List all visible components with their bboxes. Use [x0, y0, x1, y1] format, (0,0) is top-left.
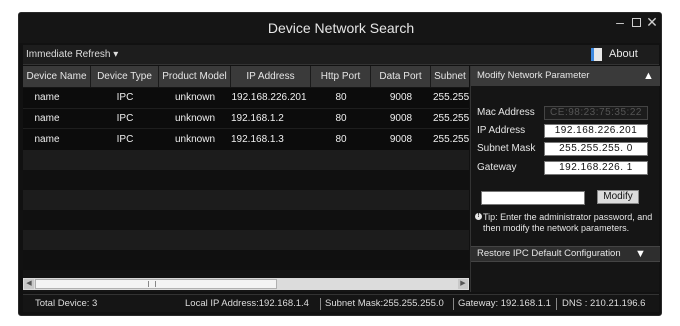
scrollbar-thumb[interactable]	[35, 279, 277, 289]
status-divider	[453, 298, 454, 310]
grip-icon	[148, 281, 156, 287]
cell-subnet: 255.255	[433, 134, 469, 145]
window-title: Device Network Search	[267, 20, 415, 36]
modify-panel-header[interactable]: Modify Network Parameter ▲	[471, 66, 660, 86]
empty-row	[23, 230, 469, 250]
modify-network-panel: Modify Network Parameter ▲ Mac Address C…	[470, 66, 660, 292]
subnet-mask-label: Subnet Mask	[477, 143, 536, 154]
table-row[interactable]: name IPC unknown 192.168.226.201 80 9008…	[23, 88, 469, 108]
column-header-subnet[interactable]: Subnet	[431, 66, 469, 87]
modify-panel-title: Modify Network Parameter	[477, 70, 590, 81]
table-row[interactable]: name IPC unknown 192.168.1.2 80 9008 255…	[23, 108, 469, 128]
local-subnet-mask: Subnet Mask:255.255.255.0	[325, 298, 444, 309]
column-header-http-port[interactable]: Http Port	[311, 66, 371, 87]
horizontal-scrollbar[interactable]: ◀ ▶	[23, 278, 469, 290]
empty-row	[23, 170, 469, 190]
column-header-ip-address[interactable]: IP Address	[231, 66, 311, 87]
empty-row	[23, 250, 469, 270]
empty-row	[23, 190, 469, 210]
mac-address-label: Mac Address	[477, 107, 535, 118]
column-header-product-model[interactable]: Product Model	[159, 66, 231, 87]
close-button[interactable]: ✕	[644, 14, 660, 30]
cell-http-port: 80	[335, 92, 347, 103]
about-label: About	[609, 48, 638, 60]
refresh-label: Immediate Refresh	[26, 49, 111, 60]
scroll-left-arrow-icon[interactable]: ◀	[24, 279, 34, 289]
status-divider	[556, 298, 557, 310]
restore-default-header[interactable]: Restore IPC Default Configuration ▼	[471, 246, 660, 262]
cell-ip-address: 192.168.1.3	[231, 134, 284, 145]
table-row[interactable]: name IPC unknown 192.168.1.3 80 9008 255…	[23, 128, 469, 150]
cell-device-type: IPC	[116, 134, 134, 145]
modify-button[interactable]: Modify	[597, 190, 639, 204]
cell-data-port: 9008	[389, 113, 413, 124]
immediate-refresh-dropdown[interactable]: Immediate Refresh ▾	[26, 49, 118, 60]
cell-product-model: unknown	[174, 113, 216, 124]
cell-device-name: name	[34, 113, 60, 124]
info-icon: !	[475, 213, 482, 220]
mac-address-field: CE:98:23:75:35:22	[544, 106, 648, 120]
info-book-icon	[591, 48, 602, 61]
tip-message: Tip: Enter the administrator password, a…	[483, 212, 653, 233]
cell-device-type: IPC	[116, 92, 134, 103]
ip-address-label: IP Address	[477, 125, 526, 136]
tip-text: ! Tip: Enter the administrator password,…	[475, 212, 657, 234]
table-header: Device Name Device Type Product Model IP…	[23, 66, 469, 87]
gateway-field[interactable]: 192.168.226. 1	[544, 161, 648, 175]
status-divider	[320, 298, 321, 310]
toolbar: Immediate Refresh ▾ About	[23, 45, 659, 65]
empty-row	[23, 150, 469, 170]
cell-device-name: name	[34, 92, 60, 103]
subnet-mask-field[interactable]: 255.255.255. 0	[544, 142, 648, 156]
minimize-button[interactable]: –	[612, 14, 628, 30]
gateway-label: Gateway	[477, 162, 517, 173]
maximize-icon	[631, 18, 641, 27]
cell-data-port: 9008	[389, 134, 413, 145]
cell-subnet: 255.255	[433, 92, 469, 103]
collapse-up-icon[interactable]: ▲	[643, 66, 654, 86]
maximize-button[interactable]	[628, 14, 644, 30]
cell-data-port: 9008	[389, 92, 413, 103]
cell-subnet: 255.255	[433, 113, 469, 124]
empty-row	[23, 210, 469, 230]
admin-password-field[interactable]	[481, 191, 585, 205]
column-header-data-port[interactable]: Data Port	[371, 66, 431, 87]
device-network-search-window: Device Network Search – ✕ Immediate Refr…	[18, 12, 662, 316]
dns-server: DNS : 210.21.196.6	[562, 298, 646, 309]
local-gateway: Gateway: 192.168.1.1	[458, 298, 551, 309]
local-ip-address: Local IP Address:192.168.1.4	[185, 298, 309, 309]
expand-down-icon[interactable]: ▼	[635, 247, 646, 261]
cell-ip-address: 192.168.226.201	[231, 92, 307, 103]
cell-product-model: unknown	[174, 92, 216, 103]
chevron-down-icon: ▾	[113, 49, 119, 60]
title-bar[interactable]: Device Network Search – ✕	[19, 13, 661, 43]
cell-device-name: name	[34, 134, 60, 145]
device-table: Device Name Device Type Product Model IP…	[23, 66, 469, 292]
total-device-count: Total Device: 3	[35, 298, 98, 309]
ip-address-field[interactable]: 192.168.226.201	[544, 124, 648, 138]
cell-http-port: 80	[335, 113, 347, 124]
scroll-right-arrow-icon[interactable]: ▶	[458, 279, 468, 289]
cell-ip-address: 192.168.1.2	[231, 113, 284, 124]
status-bar: Total Device: 3 Local IP Address:192.168…	[23, 294, 659, 312]
column-header-device-type[interactable]: Device Type	[91, 66, 159, 87]
cell-product-model: unknown	[174, 134, 216, 145]
cell-http-port: 80	[335, 134, 347, 145]
restore-default-title: Restore IPC Default Configuration	[477, 248, 621, 259]
cell-device-type: IPC	[116, 113, 134, 124]
column-header-device-name[interactable]: Device Name	[23, 66, 91, 87]
